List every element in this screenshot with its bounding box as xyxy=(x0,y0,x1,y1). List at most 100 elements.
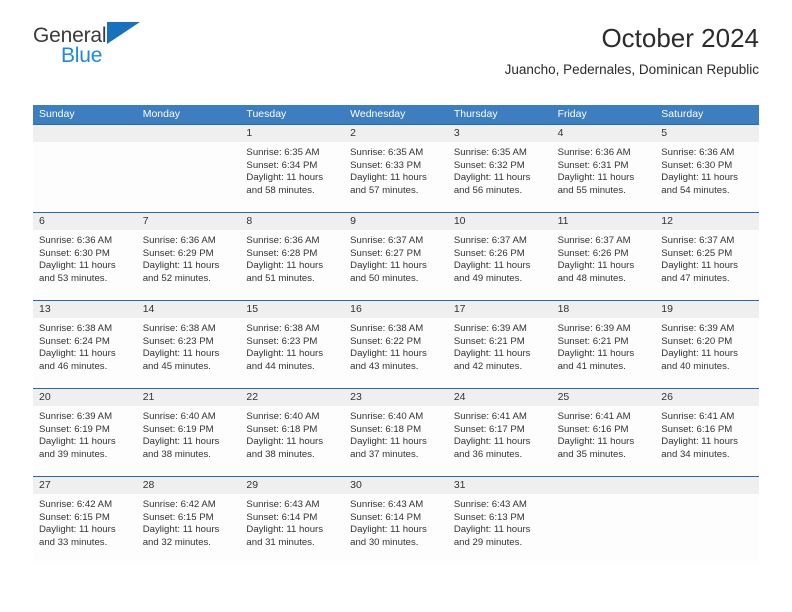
day-number[interactable]: 31 xyxy=(448,477,552,494)
day-number[interactable]: 21 xyxy=(137,389,241,406)
daylight-text-line1: Daylight: 11 hours xyxy=(142,348,220,360)
day-cell[interactable]: Sunrise: 6:40 AM Sunset: 6:18 PM Dayligh… xyxy=(240,406,344,476)
day-number[interactable] xyxy=(33,125,137,142)
day-cell[interactable]: Sunrise: 6:36 AM Sunset: 6:31 PM Dayligh… xyxy=(552,142,656,212)
day-cell[interactable]: Sunrise: 6:41 AM Sunset: 6:16 PM Dayligh… xyxy=(655,406,759,476)
day-number[interactable]: 29 xyxy=(240,477,344,494)
day-cell[interactable]: Sunrise: 6:37 AM Sunset: 6:26 PM Dayligh… xyxy=(448,230,552,300)
sunset-text: Sunset: 6:16 PM xyxy=(557,423,629,435)
day-number[interactable]: 11 xyxy=(552,213,656,230)
day-cell[interactable]: Sunrise: 6:39 AM Sunset: 6:20 PM Dayligh… xyxy=(655,318,759,388)
daylight-text-line1: Daylight: 11 hours xyxy=(350,348,427,360)
day-cell[interactable]: Sunrise: 6:41 AM Sunset: 6:16 PM Dayligh… xyxy=(552,406,656,476)
day-number[interactable]: 13 xyxy=(33,301,137,318)
daylight-text-line1: Daylight: 11 hours xyxy=(453,436,531,448)
day-cell[interactable]: Sunrise: 6:36 AM Sunset: 6:30 PM Dayligh… xyxy=(33,230,137,300)
week-body-band: Sunrise: 6:38 AM Sunset: 6:24 PM Dayligh… xyxy=(33,318,759,388)
day-number[interactable]: 25 xyxy=(552,389,656,406)
day-cell[interactable]: Sunrise: 6:43 AM Sunset: 6:14 PM Dayligh… xyxy=(240,494,344,564)
day-cell[interactable]: Sunrise: 6:38 AM Sunset: 6:22 PM Dayligh… xyxy=(344,318,448,388)
day-number[interactable]: 12 xyxy=(655,213,759,230)
sunrise-text: Sunrise: 6:37 AM xyxy=(350,235,424,246)
sunset-text: Sunset: 6:30 PM xyxy=(661,159,733,171)
daylight-text-line1: Daylight: 11 hours xyxy=(350,260,427,272)
daylight-text-line1: Daylight: 11 hours xyxy=(39,524,116,536)
sunrise-text: Sunrise: 6:40 AM xyxy=(142,411,216,422)
day-cell[interactable]: Sunrise: 6:35 AM Sunset: 6:32 PM Dayligh… xyxy=(448,142,552,212)
day-cell[interactable]: Sunrise: 6:42 AM Sunset: 6:15 PM Dayligh… xyxy=(137,494,241,564)
day-cell[interactable] xyxy=(137,142,241,212)
daylight-text-line1: Daylight: 11 hours xyxy=(246,436,324,448)
day-cell[interactable]: Sunrise: 6:38 AM Sunset: 6:24 PM Dayligh… xyxy=(33,318,137,388)
day-cell[interactable]: Sunrise: 6:41 AM Sunset: 6:17 PM Dayligh… xyxy=(448,406,552,476)
day-number[interactable]: 27 xyxy=(33,477,137,494)
day-number[interactable]: 8 xyxy=(240,213,344,230)
day-cell[interactable]: Sunrise: 6:38 AM Sunset: 6:23 PM Dayligh… xyxy=(240,318,344,388)
day-cell[interactable] xyxy=(552,494,656,564)
day-cell[interactable]: Sunrise: 6:36 AM Sunset: 6:29 PM Dayligh… xyxy=(137,230,241,300)
day-number[interactable]: 16 xyxy=(344,301,448,318)
week-row: 27 28 29 30 31 Sunrise: 6:42 AM Sunset: … xyxy=(33,476,759,564)
day-cell[interactable]: Sunrise: 6:35 AM Sunset: 6:33 PM Dayligh… xyxy=(344,142,448,212)
day-number[interactable]: 14 xyxy=(137,301,241,318)
day-number[interactable]: 22 xyxy=(240,389,344,406)
day-number[interactable]: 4 xyxy=(552,125,656,142)
general-blue-logo[interactable]: General Blue xyxy=(33,22,183,72)
day-cell[interactable]: Sunrise: 6:37 AM Sunset: 6:27 PM Dayligh… xyxy=(344,230,448,300)
day-cell[interactable] xyxy=(655,494,759,564)
week-daynumber-band: 27 28 29 30 31 xyxy=(33,477,759,494)
title-block: October 2024 Juancho, Pedernales, Domini… xyxy=(505,23,759,78)
weekday-header-wednesday: Wednesday xyxy=(350,108,406,120)
day-cell[interactable]: Sunrise: 6:43 AM Sunset: 6:13 PM Dayligh… xyxy=(448,494,552,564)
day-number[interactable]: 28 xyxy=(137,477,241,494)
day-number[interactable]: 1 xyxy=(240,125,344,142)
day-cell[interactable]: Sunrise: 6:40 AM Sunset: 6:19 PM Dayligh… xyxy=(137,406,241,476)
day-cell[interactable] xyxy=(33,142,137,212)
day-number[interactable]: 9 xyxy=(344,213,448,230)
day-cell[interactable]: Sunrise: 6:39 AM Sunset: 6:19 PM Dayligh… xyxy=(33,406,137,476)
day-cell[interactable]: Sunrise: 6:40 AM Sunset: 6:18 PM Dayligh… xyxy=(344,406,448,476)
daylight-text-line2: and 50 minutes. xyxy=(350,272,419,284)
day-number[interactable]: 30 xyxy=(344,477,448,494)
day-cell[interactable]: Sunrise: 6:39 AM Sunset: 6:21 PM Dayligh… xyxy=(552,318,656,388)
day-number[interactable]: 17 xyxy=(448,301,552,318)
daylight-text-line2: and 44 minutes. xyxy=(246,360,315,372)
day-cell[interactable]: Sunrise: 6:35 AM Sunset: 6:34 PM Dayligh… xyxy=(240,142,344,212)
day-number[interactable]: 2 xyxy=(344,125,448,142)
day-cell[interactable]: Sunrise: 6:36 AM Sunset: 6:30 PM Dayligh… xyxy=(655,142,759,212)
sunrise-text: Sunrise: 6:35 AM xyxy=(246,147,320,158)
daylight-text-line1: Daylight: 11 hours xyxy=(142,260,220,272)
day-number[interactable] xyxy=(552,477,656,494)
day-number[interactable]: 6 xyxy=(33,213,137,230)
daylight-text-line2: and 55 minutes. xyxy=(557,184,626,196)
week-daynumber-band: 20 21 22 23 24 25 26 xyxy=(33,389,759,406)
daylight-text-line2: and 48 minutes. xyxy=(557,272,626,284)
day-number[interactable]: 20 xyxy=(33,389,137,406)
sunrise-text: Sunrise: 6:36 AM xyxy=(246,235,320,246)
sunrise-text: Sunrise: 6:39 AM xyxy=(661,323,735,334)
day-number[interactable] xyxy=(655,477,759,494)
day-number[interactable]: 26 xyxy=(655,389,759,406)
day-cell[interactable]: Sunrise: 6:42 AM Sunset: 6:15 PM Dayligh… xyxy=(33,494,137,564)
day-number[interactable]: 23 xyxy=(344,389,448,406)
day-cell[interactable]: Sunrise: 6:43 AM Sunset: 6:14 PM Dayligh… xyxy=(344,494,448,564)
day-number[interactable]: 10 xyxy=(448,213,552,230)
day-number[interactable]: 24 xyxy=(448,389,552,406)
day-number[interactable]: 3 xyxy=(448,125,552,142)
day-cell[interactable]: Sunrise: 6:39 AM Sunset: 6:21 PM Dayligh… xyxy=(448,318,552,388)
sunrise-text: Sunrise: 6:42 AM xyxy=(39,499,113,510)
day-number[interactable]: 19 xyxy=(655,301,759,318)
day-cell[interactable]: Sunrise: 6:37 AM Sunset: 6:26 PM Dayligh… xyxy=(552,230,656,300)
sunset-text: Sunset: 6:19 PM xyxy=(39,423,110,435)
sunrise-text: Sunrise: 6:37 AM xyxy=(661,235,735,246)
day-cell[interactable]: Sunrise: 6:37 AM Sunset: 6:25 PM Dayligh… xyxy=(655,230,759,300)
day-cell[interactable]: Sunrise: 6:38 AM Sunset: 6:23 PM Dayligh… xyxy=(137,318,241,388)
day-number[interactable]: 5 xyxy=(655,125,759,142)
day-cell[interactable]: Sunrise: 6:36 AM Sunset: 6:28 PM Dayligh… xyxy=(240,230,344,300)
weekday-header-tuesday: Tuesday xyxy=(246,108,287,120)
day-number[interactable]: 18 xyxy=(552,301,656,318)
weekday-header-thursday: Thursday xyxy=(453,108,498,120)
day-number[interactable]: 7 xyxy=(137,213,241,230)
day-number[interactable] xyxy=(137,125,241,142)
day-number[interactable]: 15 xyxy=(240,301,344,318)
